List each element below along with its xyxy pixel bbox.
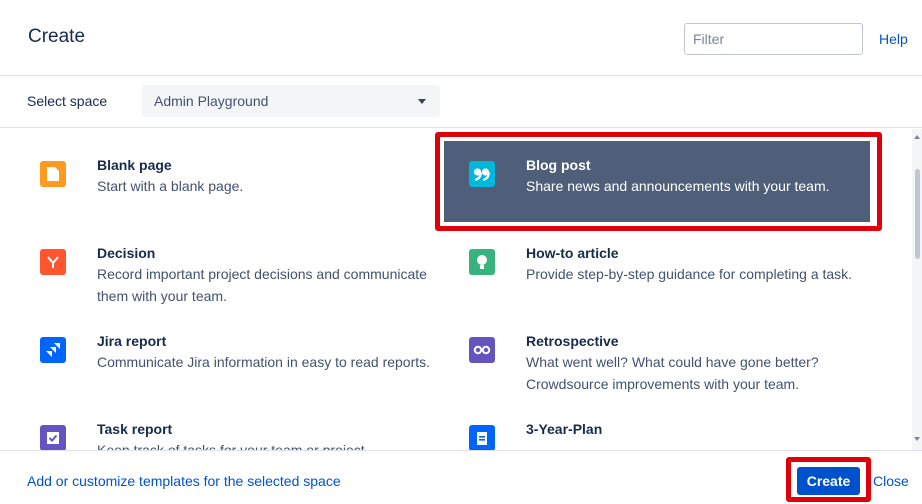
scroll-thumb[interactable]	[915, 169, 920, 259]
jira-icon	[40, 337, 66, 363]
template-decision[interactable]: Decision Record important project decisi…	[40, 245, 470, 325]
template-name: 3-Year-Plan	[526, 421, 603, 437]
select-space-label: Select space	[27, 93, 108, 109]
template-retrospective[interactable]: Retrospective What went well? What could…	[469, 333, 899, 413]
template-list-scrollbar[interactable]	[912, 129, 922, 450]
dialog-title: Create	[28, 26, 86, 47]
template-description: Share news and announcements with your t…	[526, 178, 830, 194]
scroll-down-arrow-icon[interactable]	[914, 437, 920, 441]
scroll-up-arrow-icon[interactable]	[914, 135, 920, 139]
template-blank-page[interactable]: Blank page Start with a blank page.	[40, 157, 470, 237]
template-3-year-plan[interactable]: 3-Year-Plan	[469, 421, 899, 450]
template-name: Jira report	[97, 333, 167, 349]
template-name: Retrospective	[526, 333, 619, 349]
lightbulb-icon	[469, 249, 495, 275]
template-description: What went well? What could have gone bet…	[526, 354, 819, 392]
template-how-to-article[interactable]: How-to article Provide step-by-step guid…	[469, 245, 899, 325]
space-dropdown[interactable]: Admin Playground	[142, 85, 440, 117]
template-description: Keep track of tasks for your team or pro…	[97, 442, 365, 450]
dialog-header: Create Help	[0, 0, 922, 76]
help-link[interactable]: Help	[879, 31, 908, 47]
close-button[interactable]: Close	[873, 473, 909, 489]
filter-input[interactable]	[684, 23, 863, 55]
decision-icon	[40, 249, 66, 275]
checkbox-icon	[40, 425, 66, 450]
template-task-report[interactable]: Task report Keep track of tasks for your…	[40, 421, 470, 450]
space-dropdown-value: Admin Playground	[154, 93, 269, 109]
customize-templates-link[interactable]: Add or customize templates for the selec…	[27, 473, 341, 489]
template-list: Blank page Start with a blank page. Blog…	[0, 129, 912, 450]
template-description: Provide step-by-step guidance for comple…	[526, 266, 853, 282]
dialog-footer: Add or customize templates for the selec…	[0, 450, 922, 504]
retrospective-icon	[469, 337, 495, 363]
template-description: Start with a blank page.	[97, 178, 244, 194]
template-name: Task report	[97, 421, 173, 437]
space-selector-row: Select space Admin Playground	[0, 76, 922, 128]
blank-page-icon	[40, 161, 66, 187]
template-description: Communicate Jira information in easy to …	[97, 354, 431, 370]
template-name: How-to article	[526, 245, 619, 261]
template-name: Blank page	[97, 157, 172, 173]
template-blog-post[interactable]: Blog post Share news and announcements w…	[469, 157, 899, 237]
chevron-down-icon	[418, 99, 426, 104]
template-jira-report[interactable]: Jira report Communicate Jira information…	[40, 333, 470, 413]
template-description: Record important project decisions and c…	[97, 266, 427, 304]
template-name: Decision	[97, 245, 156, 261]
create-button[interactable]: Create	[797, 467, 860, 495]
document-icon	[469, 425, 495, 450]
quote-icon	[469, 161, 495, 187]
template-name: Blog post	[526, 157, 591, 173]
